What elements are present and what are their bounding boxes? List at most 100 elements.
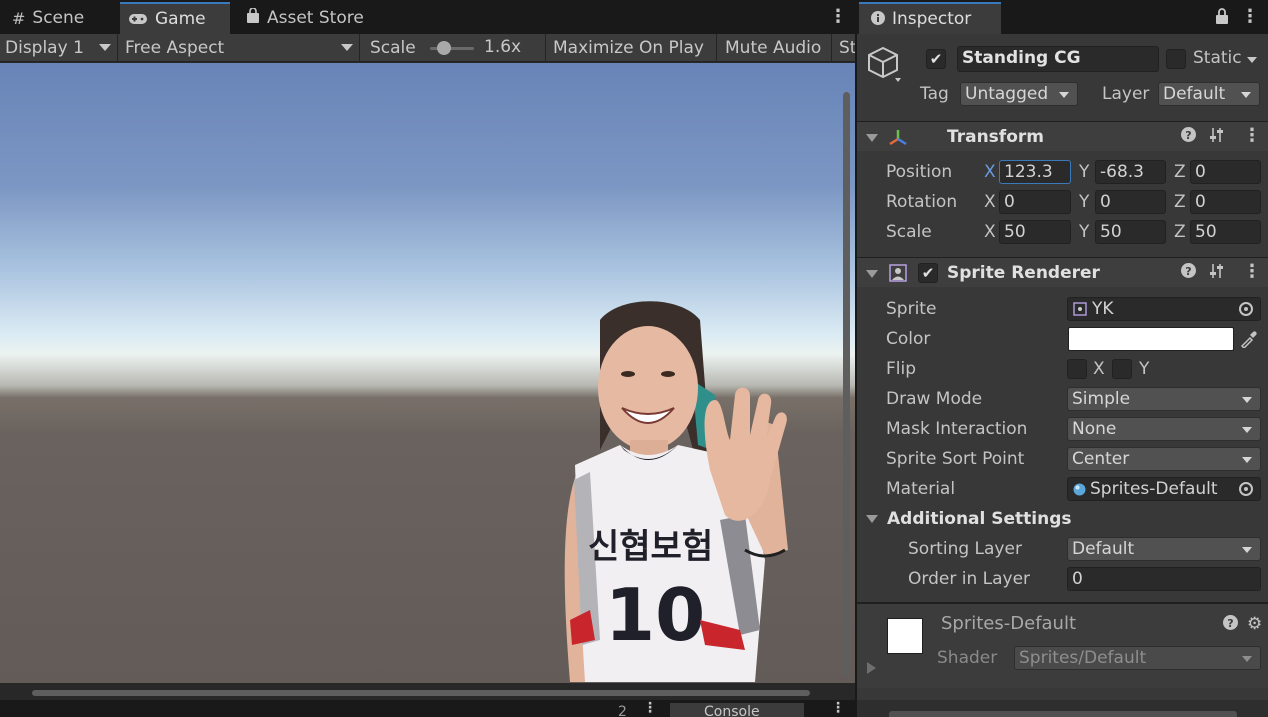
sorting-layer-dropdown[interactable]: Default <box>1067 537 1261 561</box>
sprite-sort-point-dropdown[interactable]: Center <box>1067 447 1261 471</box>
rotation-z-axis: Z <box>1174 192 1186 212</box>
sprite-object-value: YK <box>1092 299 1114 319</box>
aspect-dropdown[interactable]: Free Aspect <box>120 34 360 62</box>
aspect-dropdown-label: Free Aspect <box>125 38 225 58</box>
mask-interaction-value: None <box>1072 419 1117 439</box>
position-x-field[interactable]: 123.3 <box>999 160 1071 184</box>
sprite-renderer-header[interactable]: ✔ Sprite Renderer ? ⋮ <box>857 257 1268 287</box>
scale-z-axis: Z <box>1174 222 1186 242</box>
lock-icon[interactable] <box>1215 8 1229 30</box>
sprite-renderer-kebab-icon[interactable]: ⋮ <box>1243 261 1261 282</box>
stats-label: St <box>839 38 855 58</box>
help-icon[interactable]: ? <box>1223 615 1238 634</box>
stats-toggle[interactable]: St <box>833 34 855 62</box>
order-in-layer-field[interactable]: 0 <box>1067 567 1261 591</box>
sprite-renderer-enabled-checkbox[interactable]: ✔ <box>918 263 938 283</box>
tab-asset-store[interactable]: Asset Store <box>240 2 380 34</box>
transform-kebab-icon[interactable]: ⋮ <box>1243 125 1261 146</box>
sorting-layer-value: Default <box>1072 539 1135 559</box>
sprite-asset-icon <box>1073 302 1087 316</box>
fold-right-icon[interactable] <box>867 662 876 674</box>
eyedropper-icon[interactable] <box>1240 330 1258 353</box>
static-checkbox[interactable] <box>1166 49 1186 69</box>
additional-settings-foldout[interactable]: Additional Settings <box>887 509 1072 529</box>
sprite-object-field[interactable]: YK <box>1067 297 1261 321</box>
fold-arrow-icon[interactable] <box>866 270 878 278</box>
jersey-text: 신협보험 <box>588 527 713 567</box>
layer-dropdown-value: Default <box>1163 84 1226 104</box>
color-swatch[interactable] <box>1068 327 1234 351</box>
position-z-field[interactable]: 0 <box>1190 160 1261 184</box>
material-thumbnail <box>887 618 923 654</box>
active-checkbox[interactable]: ✔ <box>926 49 946 69</box>
bottom-kebab-icon[interactable]: ⋮ <box>643 700 657 716</box>
inspector-panel: Inspector ⋮ ✔ Standing CG Static Tag Unt… <box>857 0 1268 717</box>
position-y-field[interactable]: -68.3 <box>1095 160 1166 184</box>
jersey-number: 10 <box>605 573 705 657</box>
rotation-y-axis: Y <box>1079 192 1090 212</box>
chevron-down-icon <box>341 44 353 51</box>
rotation-z-field[interactable]: 0 <box>1190 190 1261 214</box>
tab-inspector[interactable]: Inspector <box>859 2 1001 34</box>
gear-icon[interactable]: ⚙ <box>1247 614 1262 634</box>
game-toolbar: Display 1 Free Aspect Scale 1.6x Maximiz… <box>0 34 855 62</box>
tab-asset-store-label: Asset Store <box>267 8 364 28</box>
chevron-down-icon <box>1241 92 1251 98</box>
chevron-down-icon <box>1242 457 1252 463</box>
bottom-tab-bar: 2 ⋮ Console ⋮ <box>0 700 855 717</box>
viewport-horizontal-scrollbar[interactable] <box>32 690 810 696</box>
rotation-y-field[interactable]: 0 <box>1095 190 1166 214</box>
static-label: Static <box>1193 48 1242 68</box>
material-object-value: Sprites-Default <box>1090 479 1218 499</box>
maximize-on-play-toggle[interactable]: Maximize On Play <box>547 34 717 62</box>
draw-mode-dropdown[interactable]: Simple <box>1067 387 1261 411</box>
shader-label: Shader <box>937 648 998 668</box>
help-icon[interactable]: ? <box>1181 127 1196 146</box>
color-label: Color <box>886 329 931 349</box>
preset-sliders-icon[interactable] <box>1209 263 1225 283</box>
tab-scene-label: Scene <box>32 8 85 28</box>
scale-y-field[interactable]: 50 <box>1095 220 1166 244</box>
transform-header[interactable]: Transform ? ⋮ <box>857 121 1268 151</box>
fold-arrow-icon[interactable] <box>866 134 878 142</box>
display-dropdown[interactable]: Display 1 <box>0 34 118 62</box>
inspector-kebab-icon[interactable]: ⋮ <box>1241 6 1259 27</box>
add-component-button[interactable] <box>889 711 1237 717</box>
scale-label: Scale <box>370 38 416 58</box>
scale-value: 1.6x <box>484 37 522 57</box>
tab-inspector-label: Inspector <box>892 9 972 29</box>
rotation-x-field[interactable]: 0 <box>999 190 1071 214</box>
scale-x-field[interactable]: 50 <box>999 220 1071 244</box>
tab-game[interactable]: Game <box>120 2 230 34</box>
viewport-vertical-scrollbar[interactable] <box>843 92 850 677</box>
static-dropdown-icon[interactable] <box>1247 57 1257 63</box>
scale-slider-handle[interactable] <box>437 41 451 55</box>
material-object-field[interactable]: Sprites-Default <box>1067 477 1261 501</box>
layer-dropdown[interactable]: Default <box>1158 82 1260 106</box>
console-kebab-icon[interactable]: ⋮ <box>831 700 845 716</box>
fold-arrow-icon[interactable] <box>866 515 878 523</box>
tab-scene[interactable]: # Scene <box>8 2 118 34</box>
svg-text:?: ? <box>1185 265 1191 278</box>
preset-sliders-icon[interactable] <box>1209 127 1225 147</box>
help-icon[interactable]: ? <box>1181 263 1196 282</box>
tab-game-label: Game <box>155 9 206 29</box>
tag-dropdown[interactable]: Untagged <box>960 82 1078 106</box>
material-picker-icon[interactable] <box>1239 482 1253 496</box>
chevron-down-icon <box>99 44 111 51</box>
flip-x-checkbox[interactable] <box>1067 359 1087 379</box>
sprite-label: Sprite <box>886 299 937 319</box>
chevron-down-icon <box>1242 547 1252 553</box>
mute-audio-toggle[interactable]: Mute Audio <box>718 34 832 62</box>
flip-y-checkbox[interactable] <box>1112 359 1132 379</box>
sorting-layer-label: Sorting Layer <box>908 539 1022 559</box>
tab-console[interactable]: Console <box>670 703 804 717</box>
chevron-down-icon <box>1242 397 1252 403</box>
scale-z-field[interactable]: 50 <box>1190 220 1261 244</box>
gameobject-name-field[interactable]: Standing CG <box>957 46 1159 72</box>
game-menu-kebab-icon[interactable]: ⋮ <box>829 6 847 27</box>
shader-dropdown[interactable]: Sprites/Default <box>1014 646 1261 670</box>
mask-interaction-dropdown[interactable]: None <box>1067 417 1261 441</box>
sprite-picker-icon[interactable] <box>1239 302 1253 316</box>
sprite-sort-point-label: Sprite Sort Point <box>886 449 1025 469</box>
